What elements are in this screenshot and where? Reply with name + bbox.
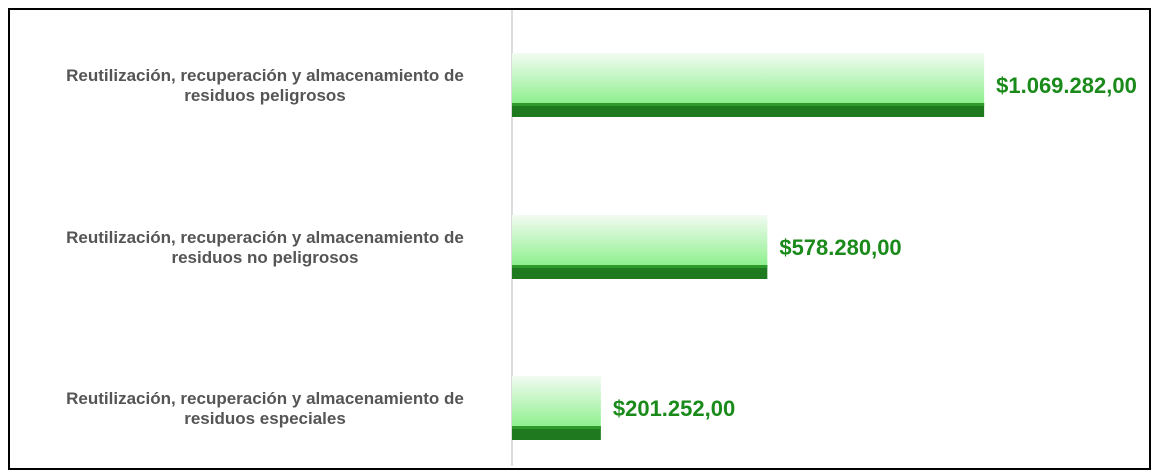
category-label: Reutilización, recuperación y almacenami… [66,66,464,105]
category-label-line: Reutilización, recuperación y almacenami… [66,228,464,247]
value-label: $578.280,00 [779,235,901,260]
bar [512,215,768,265]
bar-base-highlight [512,426,601,429]
category-label-line: Reutilización, recuperación y almacenami… [66,66,464,85]
bar-group: $1.069.282,00 Reutilización, recuperación… [66,53,1137,117]
bars-layer: $1.069.282,00 Reutilización, recuperación… [66,53,1137,440]
category-label: Reutilización, recuperación y almacenami… [66,389,464,428]
category-label-line: residuos especiales [184,409,346,428]
bar [512,53,985,103]
value-label: $201.252,00 [613,396,735,421]
bar-group: $578.280,00 Reutilización, recuperación y… [66,215,902,279]
bar-base-highlight [512,265,768,268]
bar-base-highlight [512,103,985,106]
bar-group: $201.252,00 Reutilización, recuperación y… [66,376,735,440]
category-label-line: residuos peligrosos [184,86,346,105]
bar [512,376,601,426]
bar-chart: $1.069.282,00 Reutilización, recuperación… [66,10,1137,466]
value-label: $1.069.282,00 [996,73,1137,98]
category-label-line: residuos no peligrosos [171,248,358,267]
category-label: Reutilización, recuperación y almacenami… [66,228,464,267]
category-label-line: Reutilización, recuperación y almacenami… [66,389,464,408]
